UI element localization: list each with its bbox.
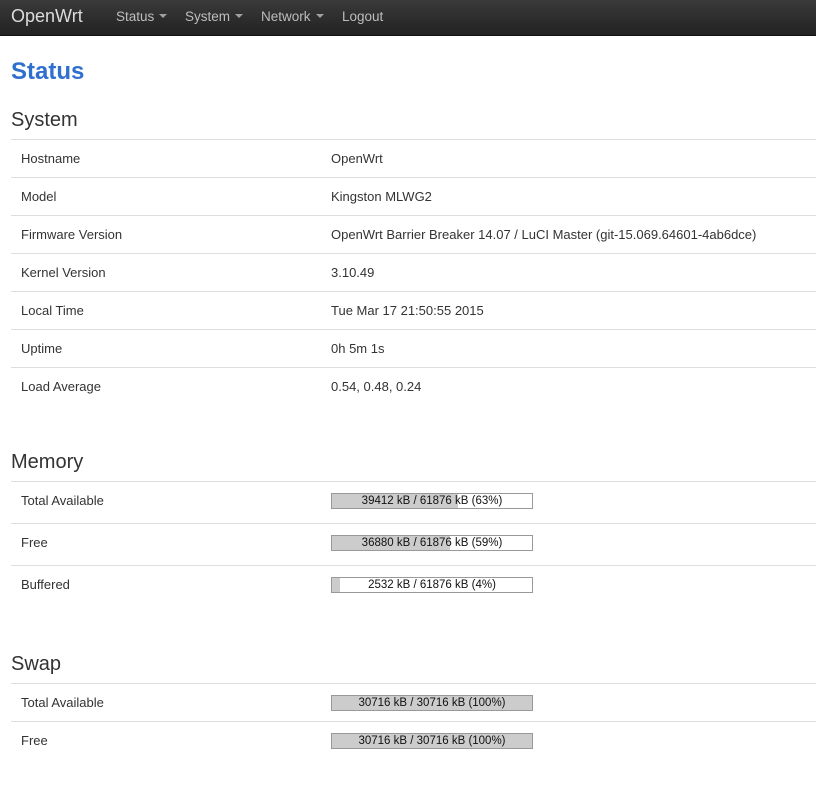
nav-menu-status[interactable]: Status [116, 9, 168, 25]
table-row: Local Time Tue Mar 17 21:50:55 2015 [11, 291, 816, 329]
section-title-memory: Memory [11, 451, 84, 473]
chevron-down-icon [159, 14, 168, 19]
table-row: Free 30716 kB / 30716 kB (100%) [11, 721, 816, 759]
progress-text: 36880 kB / 61876 kB (59%) [361, 537, 503, 549]
nav-logout-link[interactable]: Logout [342, 9, 383, 25]
row-value: 3.10.49 [331, 265, 375, 280]
table-row: Hostname OpenWrt [11, 139, 816, 177]
swap-free-progress-bar: 30716 kB / 30716 kB (100%) [331, 733, 533, 749]
row-label: Load Average [21, 379, 101, 394]
nav-menu-label: Logout [342, 9, 384, 24]
row-label: Total Available [21, 695, 104, 710]
row-label: Free [21, 535, 48, 550]
progress-text: 30716 kB / 30716 kB (100%) [358, 697, 506, 709]
row-label: Model [21, 189, 57, 204]
nav-menu-label: Status [116, 9, 155, 24]
memory-free-progress-bar: 36880 kB / 61876 kB (59%) [331, 535, 533, 551]
table-row: Kernel Version 3.10.49 [11, 253, 816, 291]
row-label: Total Available [21, 493, 104, 508]
table-row: Model Kingston MLWG2 [11, 177, 816, 215]
table-row: Free 36880 kB / 61876 kB (59%) [11, 523, 816, 565]
nav-menu-label: System [185, 9, 231, 24]
row-label: Kernel Version [21, 265, 106, 280]
row-value: 0.54, 0.48, 0.24 [331, 379, 422, 394]
table-row: Firmware Version OpenWrt Barrier Breaker… [11, 215, 816, 253]
row-label: Free [21, 733, 48, 748]
swap-total-progress-bar: 30716 kB / 30716 kB (100%) [331, 695, 533, 711]
table-row: Buffered 2532 kB / 61876 kB (4%) [11, 565, 816, 607]
row-label: Uptime [21, 341, 63, 356]
row-label: Local Time [21, 303, 84, 318]
brand-logo[interactable]: OpenWrt [11, 4, 83, 28]
nav-menu-label: Network [261, 9, 311, 24]
table-row: Total Available 30716 kB / 30716 kB (100… [11, 683, 816, 721]
row-label: Hostname [21, 151, 81, 166]
chevron-down-icon [315, 14, 324, 19]
row-label: Firmware Version [21, 227, 123, 242]
progress-text: 30716 kB / 30716 kB (100%) [358, 735, 506, 747]
progress-text: 39412 kB / 61876 kB (63%) [361, 495, 503, 507]
memory-total-progress-bar: 39412 kB / 61876 kB (63%) [331, 493, 533, 509]
table-row: Uptime 0h 5m 1s [11, 329, 816, 367]
section-title-system: System [11, 109, 78, 131]
nav-menu-system[interactable]: System [185, 9, 244, 25]
memory-buffered-progress-bar: 2532 kB / 61876 kB (4%) [331, 577, 533, 593]
row-value: Tue Mar 17 21:50:55 2015 [331, 303, 484, 318]
row-value: Kingston MLWG2 [331, 189, 432, 204]
chevron-down-icon [235, 14, 244, 19]
table-row: Load Average 0.54, 0.48, 0.24 [11, 367, 816, 405]
table-row: Total Available 39412 kB / 61876 kB (63%… [11, 481, 816, 523]
page-title: Status [11, 58, 85, 85]
section-title-swap: Swap [11, 653, 62, 675]
row-label: Buffered [21, 577, 70, 592]
row-value: 0h 5m 1s [331, 341, 385, 356]
nav-menu-network[interactable]: Network [261, 9, 324, 25]
progress-text: 2532 kB / 61876 kB (4%) [368, 579, 496, 591]
row-value: OpenWrt [331, 151, 383, 166]
top-navbar: OpenWrt Status System Network Logout [0, 0, 816, 36]
row-value: OpenWrt Barrier Breaker 14.07 / LuCI Mas… [331, 227, 757, 242]
